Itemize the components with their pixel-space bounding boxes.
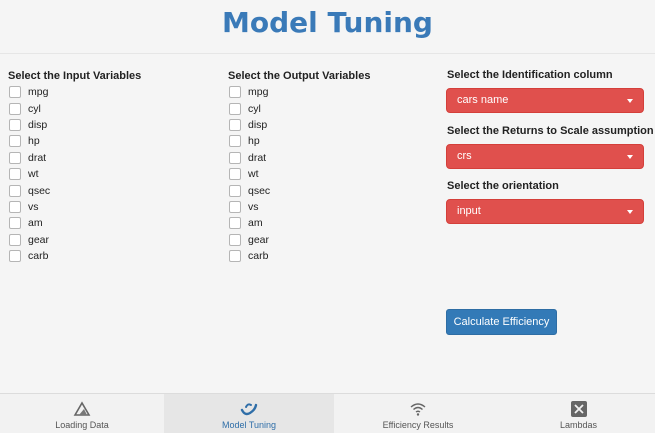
output-var-option-gear[interactable]: gear bbox=[228, 232, 370, 248]
input-var-option-wt[interactable]: wt bbox=[8, 166, 141, 182]
output-var-label: qsec bbox=[248, 184, 271, 197]
output-var-checkbox[interactable] bbox=[229, 200, 241, 213]
input-var-label: gear bbox=[28, 233, 50, 246]
input-var-checkbox[interactable] bbox=[9, 102, 21, 115]
caret-down-icon bbox=[627, 155, 633, 159]
input-var-label: cyl bbox=[28, 102, 41, 115]
output-var-option-am[interactable]: am bbox=[228, 215, 370, 231]
input-var-checkbox[interactable] bbox=[9, 151, 21, 164]
output-var-checkbox[interactable] bbox=[229, 86, 241, 99]
output-var-label: mpg bbox=[248, 86, 269, 99]
orientation-label: Select the orientation bbox=[447, 180, 559, 192]
rts-label: Select the Returns to Scale assumption bbox=[447, 125, 654, 137]
wifi-icon bbox=[410, 403, 426, 416]
input-var-label: qsec bbox=[28, 184, 51, 197]
title-divider bbox=[0, 53, 655, 54]
output-var-option-cyl[interactable]: cyl bbox=[228, 100, 370, 116]
input-var-checkbox[interactable] bbox=[9, 250, 21, 263]
output-var-label: drat bbox=[248, 151, 267, 164]
input-var-checkbox[interactable] bbox=[9, 86, 21, 99]
output-variables-group: Select the Output Variables mpg cyl disp… bbox=[228, 69, 370, 264]
output-var-option-mpg[interactable]: mpg bbox=[228, 84, 370, 100]
output-var-option-wt[interactable]: wt bbox=[228, 166, 370, 182]
tab-model-tuning[interactable]: Model Tuning bbox=[164, 394, 334, 433]
output-var-checkbox[interactable] bbox=[229, 217, 241, 230]
input-var-checkbox[interactable] bbox=[9, 118, 21, 131]
caret-down-icon bbox=[627, 210, 633, 214]
output-var-checkbox[interactable] bbox=[229, 102, 241, 115]
tab-label: Efficiency Results bbox=[382, 420, 454, 430]
output-variables-label: Select the Output Variables bbox=[228, 70, 371, 82]
tab-label: Lambdas bbox=[559, 420, 598, 430]
input-var-option-mpg[interactable]: mpg bbox=[8, 84, 141, 100]
id-column-value: cars name bbox=[457, 94, 509, 106]
tab-lambdas[interactable]: Lambdas bbox=[502, 394, 655, 433]
output-var-checkbox[interactable] bbox=[229, 233, 241, 246]
output-var-option-disp[interactable]: disp bbox=[228, 117, 370, 133]
input-var-checkbox[interactable] bbox=[9, 135, 21, 148]
input-var-option-am[interactable]: am bbox=[8, 215, 141, 231]
tab-label: Loading Data bbox=[55, 420, 109, 430]
input-var-option-disp[interactable]: disp bbox=[8, 117, 141, 133]
input-var-checkbox[interactable] bbox=[9, 233, 21, 246]
output-var-label: disp bbox=[248, 118, 268, 131]
input-var-option-qsec[interactable]: qsec bbox=[8, 182, 141, 198]
input-var-checkbox[interactable] bbox=[9, 217, 21, 230]
input-var-option-hp[interactable]: hp bbox=[8, 133, 141, 149]
id-column-select[interactable]: cars name bbox=[446, 88, 644, 113]
output-var-option-carb[interactable]: carb bbox=[228, 248, 370, 264]
output-var-label: carb bbox=[248, 250, 269, 263]
output-var-option-vs[interactable]: vs bbox=[228, 199, 370, 215]
input-var-checkbox[interactable] bbox=[9, 184, 21, 197]
tab-label: Model Tuning bbox=[221, 420, 277, 430]
input-var-label: wt bbox=[28, 168, 39, 181]
input-var-label: vs bbox=[28, 200, 39, 213]
input-variables-group: Select the Input Variables mpg cyl disp … bbox=[8, 69, 141, 264]
input-variables-label: Select the Input Variables bbox=[8, 70, 142, 82]
input-var-checkbox[interactable] bbox=[9, 200, 21, 213]
output-var-checkbox[interactable] bbox=[229, 168, 241, 181]
output-var-label: am bbox=[248, 217, 263, 230]
output-var-checkbox[interactable] bbox=[229, 151, 241, 164]
tools-icon bbox=[570, 401, 587, 417]
output-var-label: wt bbox=[248, 168, 259, 181]
output-var-label: hp bbox=[248, 135, 260, 148]
orientation-select[interactable]: input bbox=[446, 199, 644, 224]
rts-select[interactable]: crs bbox=[446, 144, 644, 169]
output-var-option-hp[interactable]: hp bbox=[228, 133, 370, 149]
calculate-efficiency-button[interactable]: Calculate Efficiency bbox=[446, 309, 557, 335]
tab-efficiency-results[interactable]: Efficiency Results bbox=[334, 394, 502, 433]
bottom-nav: Loading Data Model Tuning Efficiency Res… bbox=[0, 393, 655, 433]
output-var-label: vs bbox=[248, 200, 259, 213]
input-var-label: carb bbox=[28, 250, 49, 263]
input-var-label: mpg bbox=[28, 86, 49, 99]
wave-icon bbox=[240, 403, 258, 416]
input-var-option-cyl[interactable]: cyl bbox=[8, 100, 141, 116]
output-var-label: cyl bbox=[248, 102, 261, 115]
mountain-icon bbox=[73, 401, 91, 416]
input-var-option-gear[interactable]: gear bbox=[8, 232, 141, 248]
input-var-option-carb[interactable]: carb bbox=[8, 248, 141, 264]
input-var-label: disp bbox=[28, 118, 48, 131]
input-var-option-drat[interactable]: drat bbox=[8, 150, 141, 166]
tab-loading-data[interactable]: Loading Data bbox=[0, 394, 164, 433]
output-var-checkbox[interactable] bbox=[229, 250, 241, 263]
output-var-option-drat[interactable]: drat bbox=[228, 150, 370, 166]
input-var-option-vs[interactable]: vs bbox=[8, 199, 141, 215]
page-title: Model Tuning bbox=[222, 6, 433, 39]
input-var-label: drat bbox=[28, 151, 47, 164]
orientation-value: input bbox=[457, 205, 481, 217]
input-var-label: am bbox=[28, 217, 43, 230]
input-var-label: hp bbox=[28, 135, 40, 148]
caret-down-icon bbox=[627, 99, 633, 103]
id-column-label: Select the Identification column bbox=[447, 69, 613, 81]
output-var-checkbox[interactable] bbox=[229, 118, 241, 131]
output-var-option-qsec[interactable]: qsec bbox=[228, 182, 370, 198]
rts-value: crs bbox=[457, 150, 472, 162]
output-var-checkbox[interactable] bbox=[229, 135, 241, 148]
output-var-checkbox[interactable] bbox=[229, 184, 241, 197]
input-var-checkbox[interactable] bbox=[9, 168, 21, 181]
output-var-label: gear bbox=[248, 233, 270, 246]
